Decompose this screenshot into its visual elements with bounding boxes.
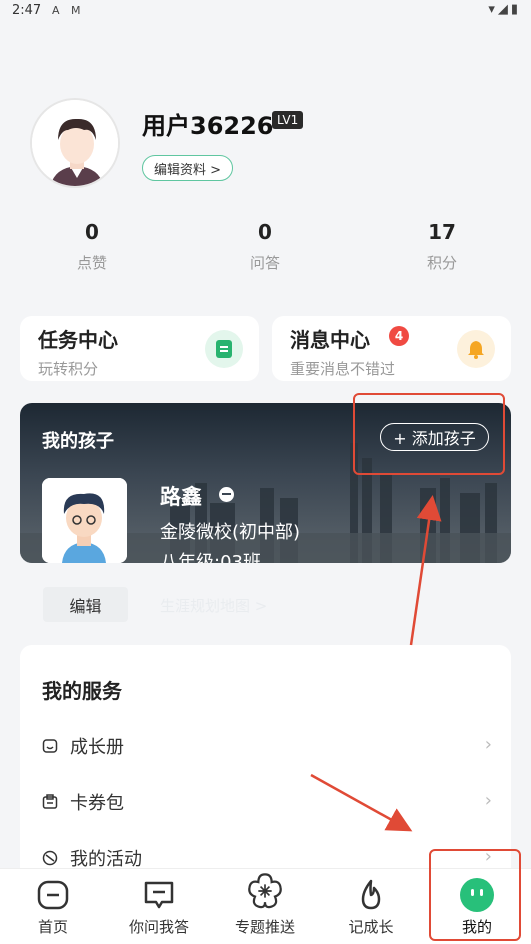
unread-badge: 4 [389, 326, 409, 346]
status-signal-icons: ▾◢▮ [488, 2, 521, 17]
nav-growth[interactable]: 记成长 [318, 869, 424, 944]
service-item-coupon[interactable]: 卡券包 › [42, 788, 492, 818]
edit-child-button[interactable]: 编辑 [43, 587, 128, 622]
stat-questions[interactable]: 0 问答 [215, 220, 315, 273]
my-children-title: 我的孩子 [42, 431, 114, 452]
switch-child-icon[interactable] [219, 487, 235, 502]
stat-likes[interactable]: 0 点赞 [42, 220, 142, 273]
message-center-title: 消息中心 [290, 328, 370, 352]
task-center-subtitle: 玩转积分 [38, 360, 99, 378]
nav-topics[interactable]: 专题推送 [212, 869, 318, 944]
child-avatar[interactable] [42, 478, 127, 563]
chevron-right-icon: › [484, 790, 492, 811]
user-avatar-icon [32, 100, 118, 186]
nav-label: 专题推送 [234, 918, 295, 936]
nav-label: 首页 [37, 918, 68, 936]
career-map-link[interactable]: 生涯规划地图 > [160, 595, 267, 616]
activity-icon [42, 850, 58, 866]
stat-label: 问答 [249, 254, 280, 272]
stat-points[interactable]: 17 积分 [392, 220, 492, 273]
stat-value: 17 [428, 220, 456, 244]
status-bar: 2:47 A M ▾◢▮ [0, 0, 531, 24]
flower-icon [248, 873, 282, 909]
child-name-text: 路鑫 [160, 485, 202, 509]
task-center-title: 任务中心 [38, 328, 118, 352]
child-class: 八年级:03班 [160, 552, 261, 563]
nav-label: 你问我答 [128, 918, 189, 936]
child-name: 路鑫 [160, 481, 235, 511]
level-badge: LV1 [272, 111, 304, 129]
status-notification-icons: A M [52, 4, 85, 17]
child-school: 金陵微校(初中部) [160, 522, 301, 543]
growth-book-icon [42, 739, 58, 753]
my-services-title: 我的服务 [42, 679, 122, 703]
stat-label: 积分 [426, 254, 457, 272]
task-list-icon [205, 330, 243, 368]
stat-value: 0 [85, 220, 99, 244]
service-label: 成长册 [70, 737, 124, 758]
message-center-subtitle: 重要消息不错过 [290, 360, 396, 378]
bell-icon [457, 330, 495, 368]
status-time: 2:47 [12, 3, 42, 18]
task-center-card[interactable]: 任务中心 玩转积分 [20, 316, 259, 381]
service-label: 卡券包 [70, 793, 124, 814]
username: 用户36226 [142, 112, 274, 140]
service-item-growth-book[interactable]: 成长册 › [42, 732, 492, 762]
annotation-box-me-tab [429, 849, 521, 941]
stat-value: 0 [258, 220, 272, 244]
coupon-icon [42, 794, 58, 809]
child-avatar-icon [42, 478, 127, 563]
message-center-card[interactable]: 消息中心 4 重要消息不错过 [272, 316, 511, 381]
nav-qa[interactable]: 你问我答 [106, 869, 212, 944]
annotation-box-add-child [353, 393, 505, 475]
stat-label: 点赞 [76, 254, 107, 272]
nav-label: 记成长 [348, 918, 394, 936]
stats-row: 0 点赞 0 问答 17 积分 [0, 220, 531, 280]
flame-icon [361, 879, 381, 910]
edit-profile-button[interactable]: 编辑资料 > [142, 155, 233, 181]
nav-home[interactable]: 首页 [0, 869, 106, 944]
chevron-right-icon: › [484, 734, 492, 755]
qa-icon [144, 881, 174, 909]
home-icon [37, 880, 69, 910]
avatar[interactable] [30, 98, 120, 188]
